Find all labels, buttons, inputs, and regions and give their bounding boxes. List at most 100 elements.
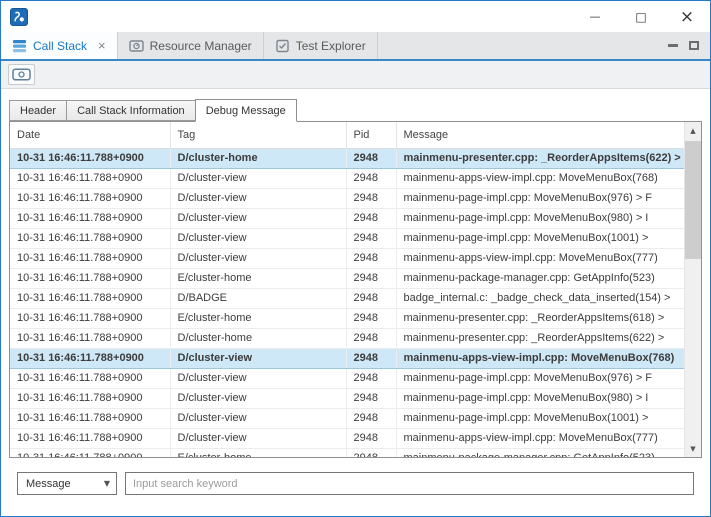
cell-pid: 2948 bbox=[346, 368, 396, 388]
scroll-down-icon[interactable]: ▼ bbox=[685, 440, 701, 457]
table-row[interactable]: 10-31 16:46:11.788+0900D/cluster-home294… bbox=[10, 148, 684, 168]
log-table-container: Date Tag Pid Message 10-31 16:46:11.788+… bbox=[10, 122, 684, 457]
cell-message: mainmenu-page-impl.cpp: MoveMenuBox(980)… bbox=[396, 208, 684, 228]
cell-date: 10-31 16:46:11.788+0900 bbox=[10, 348, 170, 368]
call-stack-icon bbox=[12, 39, 27, 53]
cell-date: 10-31 16:46:11.788+0900 bbox=[10, 328, 170, 348]
subtab-header[interactable]: Header bbox=[9, 100, 67, 121]
cell-pid: 2948 bbox=[346, 408, 396, 428]
table-row[interactable]: 10-31 16:46:11.788+0900D/cluster-view294… bbox=[10, 228, 684, 248]
log-table-body: 10-31 16:46:11.788+0900D/cluster-home294… bbox=[10, 148, 684, 457]
window-minimize-button[interactable]: — bbox=[572, 1, 618, 32]
cell-date: 10-31 16:46:11.788+0900 bbox=[10, 248, 170, 268]
tab-test-explorer[interactable]: Test Explorer bbox=[264, 32, 378, 59]
tab-label: Call Stack bbox=[33, 39, 87, 53]
tab-resource-manager[interactable]: Resource Manager bbox=[118, 32, 264, 59]
scrollbar-track[interactable] bbox=[685, 139, 701, 440]
cell-message: mainmenu-presenter.cpp: _ReorderAppsItem… bbox=[396, 148, 684, 168]
cell-tag: D/cluster-view bbox=[170, 188, 346, 208]
table-row[interactable]: 10-31 16:46:11.788+0900D/cluster-view294… bbox=[10, 348, 684, 368]
debug-message-panel: Date Tag Pid Message 10-31 16:46:11.788+… bbox=[9, 121, 702, 458]
cell-message: mainmenu-page-impl.cpp: MoveMenuBox(976)… bbox=[396, 188, 684, 208]
capture-button[interactable] bbox=[8, 64, 35, 85]
cell-tag: D/cluster-view bbox=[170, 368, 346, 388]
cell-date: 10-31 16:46:11.788+0900 bbox=[10, 268, 170, 288]
table-row[interactable]: 10-31 16:46:11.788+0900D/cluster-view294… bbox=[10, 428, 684, 448]
panel-maximize-icon[interactable] bbox=[689, 41, 699, 50]
cell-tag: D/cluster-view bbox=[170, 248, 346, 268]
subtab-debug-message[interactable]: Debug Message bbox=[195, 99, 297, 122]
table-row[interactable]: 10-31 16:46:11.788+0900E/cluster-home294… bbox=[10, 268, 684, 288]
column-header-tag[interactable]: Tag bbox=[170, 122, 346, 148]
table-row[interactable]: 10-31 16:46:11.788+0900D/BADGE2948badge_… bbox=[10, 288, 684, 308]
cell-date: 10-31 16:46:11.788+0900 bbox=[10, 448, 170, 457]
cell-message: mainmenu-presenter.cpp: _ReorderAppsItem… bbox=[396, 328, 684, 348]
cell-tag: D/cluster-view bbox=[170, 408, 346, 428]
subtab-label: Header bbox=[20, 105, 56, 117]
table-row[interactable]: 10-31 16:46:11.788+0900D/cluster-view294… bbox=[10, 188, 684, 208]
table-row[interactable]: 10-31 16:46:11.788+0900D/cluster-view294… bbox=[10, 408, 684, 428]
chevron-down-icon: ▼ bbox=[98, 479, 116, 488]
toolbar bbox=[1, 61, 710, 89]
cell-date: 10-31 16:46:11.788+0900 bbox=[10, 428, 170, 448]
table-header-row: Date Tag Pid Message bbox=[10, 122, 684, 148]
cell-pid: 2948 bbox=[346, 248, 396, 268]
cell-pid: 2948 bbox=[346, 208, 396, 228]
column-header-pid[interactable]: Pid bbox=[346, 122, 396, 148]
window-maximize-button[interactable]: □ bbox=[618, 1, 664, 32]
cell-message: mainmenu-presenter.cpp: _ReorderAppsItem… bbox=[396, 308, 684, 328]
filter-column-dropdown[interactable]: Message ▼ bbox=[17, 472, 117, 495]
table-row[interactable]: 10-31 16:46:11.788+0900D/cluster-home294… bbox=[10, 328, 684, 348]
cell-pid: 2948 bbox=[346, 348, 396, 368]
tab-label: Test Explorer bbox=[296, 39, 366, 53]
table-row[interactable]: 10-31 16:46:11.788+0900D/cluster-view294… bbox=[10, 208, 684, 228]
tab-close-icon[interactable]: × bbox=[98, 39, 106, 52]
cell-message: mainmenu-apps-view-impl.cpp: MoveMenuBox… bbox=[396, 428, 684, 448]
table-row[interactable]: 10-31 16:46:11.788+0900D/cluster-view294… bbox=[10, 388, 684, 408]
table-row[interactable]: 10-31 16:46:11.788+0900E/cluster-home294… bbox=[10, 448, 684, 457]
titlebar: — □ × bbox=[1, 1, 710, 32]
titlebar-drag-area[interactable] bbox=[28, 1, 572, 32]
cell-date: 10-31 16:46:11.788+0900 bbox=[10, 368, 170, 388]
cell-tag: D/cluster-home bbox=[170, 148, 346, 168]
table-row[interactable]: 10-31 16:46:11.788+0900E/cluster-home294… bbox=[10, 308, 684, 328]
table-row[interactable]: 10-31 16:46:11.788+0900D/cluster-view294… bbox=[10, 168, 684, 188]
tab-call-stack[interactable]: Call Stack × bbox=[1, 32, 118, 59]
cell-message: mainmenu-package-manager.cpp: GetAppInfo… bbox=[396, 448, 684, 457]
scroll-up-icon[interactable]: ▲ bbox=[685, 122, 701, 139]
content-area: Header Call Stack Information Debug Mess… bbox=[1, 89, 710, 495]
column-header-message[interactable]: Message bbox=[396, 122, 684, 148]
cell-date: 10-31 16:46:11.788+0900 bbox=[10, 148, 170, 168]
cell-pid: 2948 bbox=[346, 268, 396, 288]
cell-pid: 2948 bbox=[346, 188, 396, 208]
search-input[interactable] bbox=[125, 472, 694, 495]
tab-bar: Call Stack × Resource Manager Test Explo… bbox=[1, 32, 710, 61]
cell-pid: 2948 bbox=[346, 328, 396, 348]
vertical-scrollbar[interactable]: ▲ ▼ bbox=[684, 122, 701, 457]
panel-minimize-icon[interactable] bbox=[668, 44, 678, 47]
cell-message: mainmenu-apps-view-impl.cpp: MoveMenuBox… bbox=[396, 248, 684, 268]
cell-tag: E/cluster-home bbox=[170, 268, 346, 288]
cell-message: mainmenu-page-impl.cpp: MoveMenuBox(980)… bbox=[396, 388, 684, 408]
cell-date: 10-31 16:46:11.788+0900 bbox=[10, 228, 170, 248]
subtab-label: Debug Message bbox=[206, 105, 286, 117]
cell-tag: D/BADGE bbox=[170, 288, 346, 308]
subtab-label: Call Stack Information bbox=[77, 105, 185, 117]
app-window: — □ × Call Stack × bbox=[0, 0, 711, 517]
subtab-call-stack-information[interactable]: Call Stack Information bbox=[67, 100, 196, 121]
scrollbar-thumb[interactable] bbox=[685, 141, 701, 259]
log-table: Date Tag Pid Message 10-31 16:46:11.788+… bbox=[10, 122, 684, 457]
table-row[interactable]: 10-31 16:46:11.788+0900D/cluster-view294… bbox=[10, 368, 684, 388]
cell-date: 10-31 16:46:11.788+0900 bbox=[10, 408, 170, 428]
subtab-bar: Header Call Stack Information Debug Mess… bbox=[9, 98, 702, 121]
cell-message: mainmenu-package-manager.cpp: GetAppInfo… bbox=[396, 268, 684, 288]
cell-date: 10-31 16:46:11.788+0900 bbox=[10, 288, 170, 308]
window-close-button[interactable]: × bbox=[664, 1, 710, 32]
camera-icon bbox=[12, 67, 31, 82]
table-row[interactable]: 10-31 16:46:11.788+0900D/cluster-view294… bbox=[10, 248, 684, 268]
cell-date: 10-31 16:46:11.788+0900 bbox=[10, 168, 170, 188]
cell-message: mainmenu-page-impl.cpp: MoveMenuBox(976)… bbox=[396, 368, 684, 388]
column-header-date[interactable]: Date bbox=[10, 122, 170, 148]
cell-message: mainmenu-page-impl.cpp: MoveMenuBox(1001… bbox=[396, 408, 684, 428]
cell-pid: 2948 bbox=[346, 288, 396, 308]
